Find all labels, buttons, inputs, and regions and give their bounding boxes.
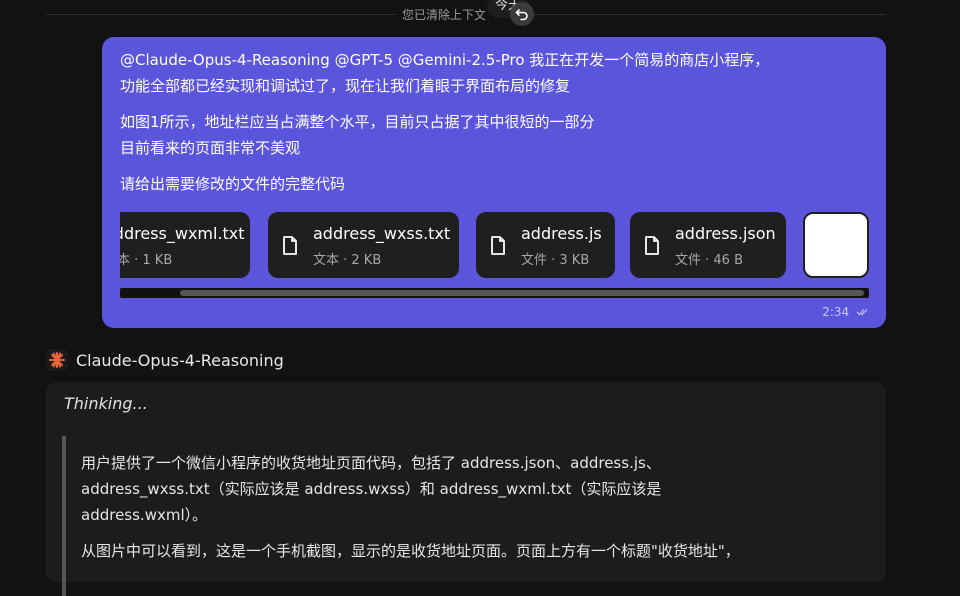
attachment-address-wxss[interactable]: address_wxss.txt 文本 · 2 KB bbox=[268, 212, 459, 278]
attachment-meta: 文本 · 1 KB bbox=[120, 253, 173, 268]
thinking-blockquote: 用户提供了一个微信小程序的收货地址页面代码，包括了 address.json、a… bbox=[62, 436, 862, 596]
attachment-name: address_wxss.txt bbox=[313, 224, 451, 243]
attachment-image-thumbnail[interactable] bbox=[803, 212, 869, 278]
file-icon bbox=[283, 236, 297, 255]
message-line: 目前看来的页面非常不美观 bbox=[120, 139, 301, 157]
timestamp-text: 2:34 bbox=[822, 305, 850, 319]
user-message-bubble: @Claude-Opus-4-Reasoning @GPT-5 @Gemini-… bbox=[102, 37, 886, 328]
undo-icon bbox=[515, 9, 528, 21]
attachment-meta: 文本 · 2 KB bbox=[313, 253, 382, 268]
context-cleared-divider: 您已清除上下文 今天 bbox=[46, 0, 886, 30]
context-cleared-text: 您已清除上下文 bbox=[396, 6, 493, 23]
bot-avatar[interactable] bbox=[46, 349, 68, 371]
quote-line: address.wxml）。 bbox=[81, 506, 208, 524]
attachment-address-json[interactable]: address.json 文件 · 46 B bbox=[630, 212, 786, 278]
attachment-strip[interactable]: address_wxml.txt 文本 · 1 KB address_wxss.… bbox=[120, 212, 869, 278]
scrollbar-thumb[interactable] bbox=[180, 290, 864, 296]
attachment-scrollbar[interactable] bbox=[120, 288, 869, 298]
quote-line: address_wxss.txt（实际应该是 address.wxss）和 ad… bbox=[81, 480, 662, 498]
bot-message-bubble: Thinking... 用户提供了一个微信小程序的收货地址页面代码，包括了 ad… bbox=[46, 382, 886, 596]
file-icon bbox=[645, 236, 659, 255]
thinking-label: Thinking... bbox=[64, 394, 148, 413]
bot-name[interactable]: Claude-Opus-4-Reasoning bbox=[76, 351, 284, 370]
file-icon bbox=[491, 236, 505, 255]
attachment-address-js[interactable]: address.js 文件 · 3 KB bbox=[476, 212, 615, 278]
attachment-name: address_wxml.txt bbox=[120, 224, 245, 243]
check-icon bbox=[856, 309, 868, 316]
attachment-name: address.js bbox=[521, 224, 602, 243]
message-line: 如图1所示，地址栏应当占满整个水平，目前只占据了其中很短的一部分 bbox=[120, 113, 595, 131]
attachment-meta: 文件 · 3 KB bbox=[521, 253, 590, 268]
quote-line: 用户提供了一个微信小程序的收货地址页面代码，包括了 address.json、a… bbox=[81, 454, 661, 472]
bot-message-header: Claude-Opus-4-Reasoning bbox=[46, 348, 284, 372]
attachment-name: address.json bbox=[675, 224, 776, 243]
message-line: 功能全部都已经实现和调试过了，现在让我们着眼于界面布局的修复 bbox=[120, 77, 571, 95]
claude-logo-icon bbox=[49, 352, 65, 368]
undo-clear-button[interactable] bbox=[510, 2, 534, 26]
message-line: 请给出需要修改的文件的完整代码 bbox=[120, 175, 346, 193]
message-line: @Claude-Opus-4-Reasoning @GPT-5 @Gemini-… bbox=[120, 51, 770, 69]
quote-line: 从图片中可以看到，这是一个手机截图，显示的是收货地址页面。页面上方有一个标题"收… bbox=[81, 542, 740, 560]
message-timestamp: 2:34 bbox=[822, 305, 868, 319]
attachment-meta: 文件 · 46 B bbox=[675, 253, 743, 268]
attachment-address-wxml[interactable]: address_wxml.txt 文本 · 1 KB bbox=[120, 212, 250, 278]
